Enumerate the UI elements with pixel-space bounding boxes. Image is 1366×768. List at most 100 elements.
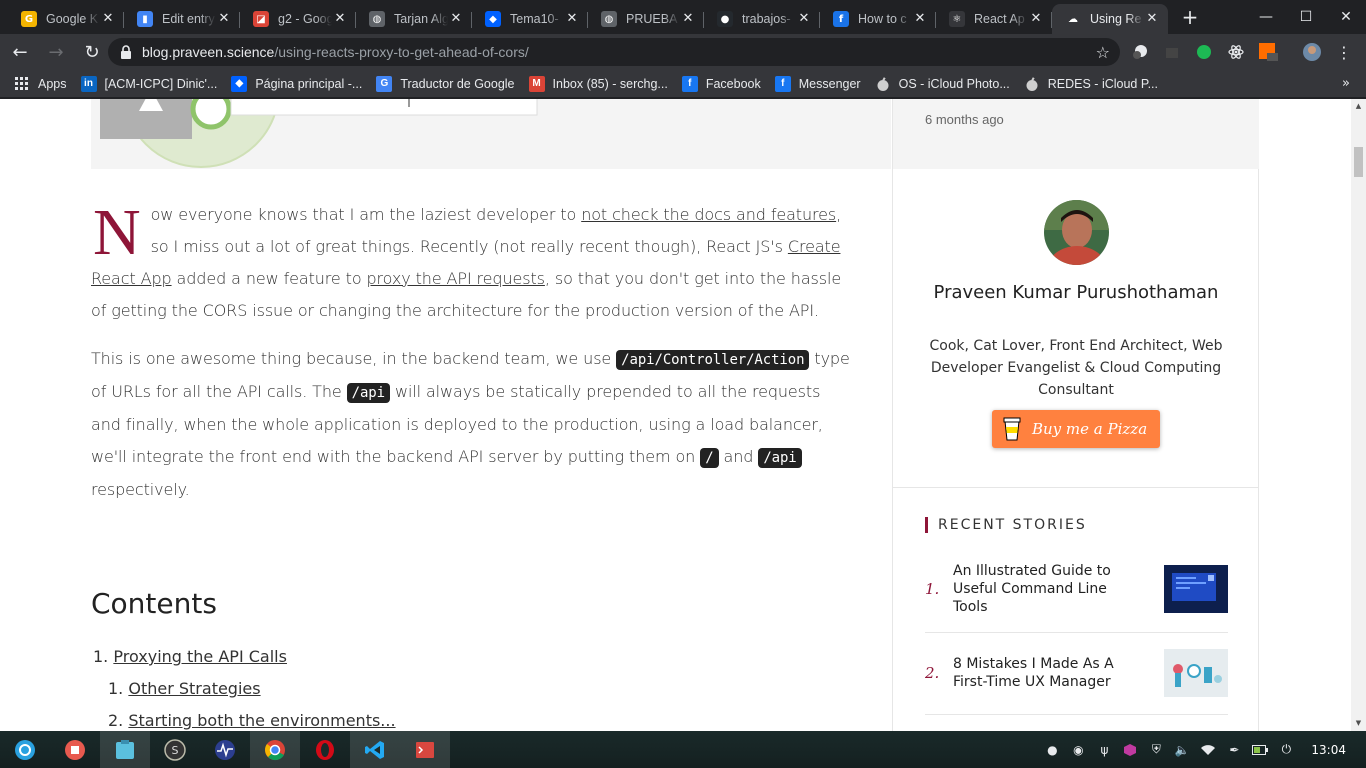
orange-extension-icon[interactable] — [1258, 42, 1278, 62]
toc-link[interactable]: Proxying the API Calls — [113, 647, 287, 666]
bookmark-label: Messenger — [798, 76, 861, 91]
tab-favicon-icon: ◍ — [369, 11, 385, 27]
bookmark-item[interactable]: REDES - iCloud P... — [1024, 76, 1158, 92]
post-time-ago: 6 months ago — [925, 112, 1004, 127]
color-picker-icon[interactable] — [1117, 731, 1143, 768]
menu-kebab-icon[interactable]: ⋮ — [1334, 42, 1354, 62]
featured-post-meta: 6 months ago — [892, 99, 1259, 169]
proxy-api-link[interactable]: proxy the API requests — [367, 269, 546, 288]
author-bio: Cook, Cat Lover, Front End Architect, We… — [929, 338, 1223, 398]
recent-story-item[interactable]: 2. 8 Mistakes I Made As A First-Time UX … — [925, 647, 1228, 699]
backend-paragraph: This is one awesome thing because, in th… — [91, 343, 851, 506]
toc-number: 1. — [108, 679, 124, 698]
opera-icon[interactable] — [300, 731, 350, 768]
volume-icon[interactable]: 🔈 — [1169, 731, 1195, 768]
close-tab-icon[interactable]: ✕ — [100, 11, 116, 27]
power-icon[interactable]: ⏻ — [1273, 731, 1299, 768]
svg-text:S: S — [172, 744, 179, 757]
terminal-icon[interactable] — [400, 731, 450, 768]
tab-favicon-icon: ▮ — [137, 11, 153, 27]
story-thumbnail — [1164, 565, 1228, 613]
close-tab-icon[interactable]: ✕ — [564, 11, 580, 27]
close-tab-icon[interactable]: ✕ — [912, 11, 928, 27]
browser-tab[interactable]: ◍ PRUEBA ✕ — [588, 4, 704, 34]
chat-icon[interactable]: ● — [1039, 731, 1065, 768]
pen-icon[interactable]: ✒ — [1221, 731, 1247, 768]
extension-puzzle-icon[interactable] — [1162, 42, 1182, 62]
author-name[interactable]: Praveen Kumar Purushothaman — [923, 281, 1229, 304]
story-title[interactable]: 8 Mistakes I Made As A First-Time UX Man… — [953, 655, 1143, 691]
browser-tab[interactable]: ◆ Tema10- ✕ — [472, 4, 588, 34]
wifi-icon[interactable] — [1195, 731, 1221, 768]
buy-me-a-pizza-button[interactable]: Buy me a Pizza — [992, 410, 1160, 448]
address-bar[interactable]: blog.praveen.science/using-reacts-proxy-… — [108, 38, 1120, 66]
author-avatar — [1044, 200, 1109, 265]
minimize-icon[interactable]: — — [1246, 0, 1286, 34]
new-tab-button[interactable]: + — [1176, 4, 1204, 32]
recent-story-item[interactable]: 1. An Illustrated Guide to Useful Comman… — [925, 561, 1228, 617]
bookmark-item[interactable]: OS - iCloud Photo... — [875, 76, 1010, 92]
browser-tab[interactable]: ◍ Tarjan Alg ✕ — [356, 4, 472, 34]
browser-tab[interactable]: ▮ Edit entry ✕ — [124, 4, 240, 34]
shield-icon[interactable]: ⛨ — [1143, 731, 1169, 768]
bookmark-item[interactable]: G Traductor de Google — [376, 75, 515, 92]
scrollbar-thumb[interactable] — [1354, 147, 1363, 177]
bookmark-star-icon[interactable]: ☆ — [1096, 43, 1110, 62]
back-arrow-icon[interactable]: ← — [4, 36, 36, 68]
close-tab-icon[interactable]: ✕ — [796, 11, 812, 27]
react-devtools-icon[interactable] — [1226, 42, 1246, 62]
toc-item: 1. Other Strategies — [91, 673, 591, 705]
apple-icon — [875, 76, 891, 92]
forward-arrow-icon[interactable]: → — [40, 36, 72, 68]
browser-tab[interactable]: ◪ g2 - Goog ✕ — [240, 4, 356, 34]
browser-tab[interactable]: f How to c ✕ — [820, 4, 936, 34]
story-thumbnail — [1164, 649, 1228, 697]
url-text: blog.praveen.science/using-reacts-proxy-… — [142, 44, 529, 60]
clock[interactable]: 13:04 — [1311, 743, 1346, 757]
browser-tab[interactable]: ☁ Using Re ✕ — [1052, 4, 1168, 34]
battery-icon[interactable] — [1247, 731, 1273, 768]
system-monitor-icon[interactable] — [200, 731, 250, 768]
toc-link[interactable]: Other Strategies — [128, 679, 260, 698]
bookmark-item[interactable]: Apps — [14, 76, 67, 92]
maximize-icon[interactable]: ☐ — [1286, 0, 1326, 34]
extension-icon[interactable] — [1130, 42, 1150, 62]
facebook-icon: f — [681, 75, 698, 92]
bookmarks-overflow-chevron-icon[interactable]: » — [1342, 76, 1350, 91]
scroll-up-icon[interactable]: ▲ — [1351, 99, 1366, 114]
bookmark-item[interactable]: f Facebook — [681, 75, 761, 92]
close-tab-icon[interactable]: ✕ — [448, 11, 464, 27]
tab-favicon-icon: ◍ — [601, 11, 617, 27]
close-tab-icon[interactable]: ✕ — [1144, 11, 1160, 27]
green-extension-icon[interactable] — [1194, 42, 1214, 62]
screen-recorder-icon[interactable] — [50, 731, 100, 768]
usb-icon[interactable]: ψ — [1091, 731, 1117, 768]
vscode-icon[interactable] — [350, 731, 400, 768]
start-menu-icon[interactable] — [0, 731, 50, 768]
docs-features-link[interactable]: not check the docs and features — [581, 205, 836, 224]
inline-code: /api/Controller/Action — [616, 350, 810, 370]
toc-link[interactable]: Starting both the environments... — [128, 711, 395, 730]
page-scrollbar[interactable]: ▲ ▼ — [1351, 99, 1366, 731]
chrome-icon[interactable] — [250, 731, 300, 768]
file-manager-icon[interactable] — [100, 731, 150, 768]
apple-icon — [1024, 76, 1040, 92]
profile-avatar-icon[interactable] — [1302, 42, 1322, 62]
close-window-icon[interactable]: ✕ — [1326, 0, 1366, 34]
browser-tab[interactable]: ● trabajos- ✕ — [704, 4, 820, 34]
close-tab-icon[interactable]: ✕ — [216, 11, 232, 27]
bookmark-item[interactable]: in [ACM-ICPC] Dinic'... — [80, 75, 217, 92]
bookmark-item[interactable]: M Inbox (85) - serchg... — [528, 75, 668, 92]
discord-icon[interactable]: ◉ — [1065, 731, 1091, 768]
browser-tab[interactable]: G Google K ✕ — [8, 4, 124, 34]
close-tab-icon[interactable]: ✕ — [1028, 11, 1044, 27]
reload-icon[interactable]: ↻ — [76, 36, 108, 68]
stacer-icon[interactable]: S — [150, 731, 200, 768]
browser-tab[interactable]: ⚛ React Ap ✕ — [936, 4, 1052, 34]
bookmark-item[interactable]: f Messenger — [774, 75, 861, 92]
close-tab-icon[interactable]: ✕ — [332, 11, 348, 27]
bookmark-item[interactable]: ◆ Página principal -... — [231, 75, 362, 92]
scroll-down-icon[interactable]: ▼ — [1351, 716, 1366, 731]
story-title[interactable]: An Illustrated Guide to Useful Command L… — [953, 562, 1143, 616]
close-tab-icon[interactable]: ✕ — [680, 11, 696, 27]
